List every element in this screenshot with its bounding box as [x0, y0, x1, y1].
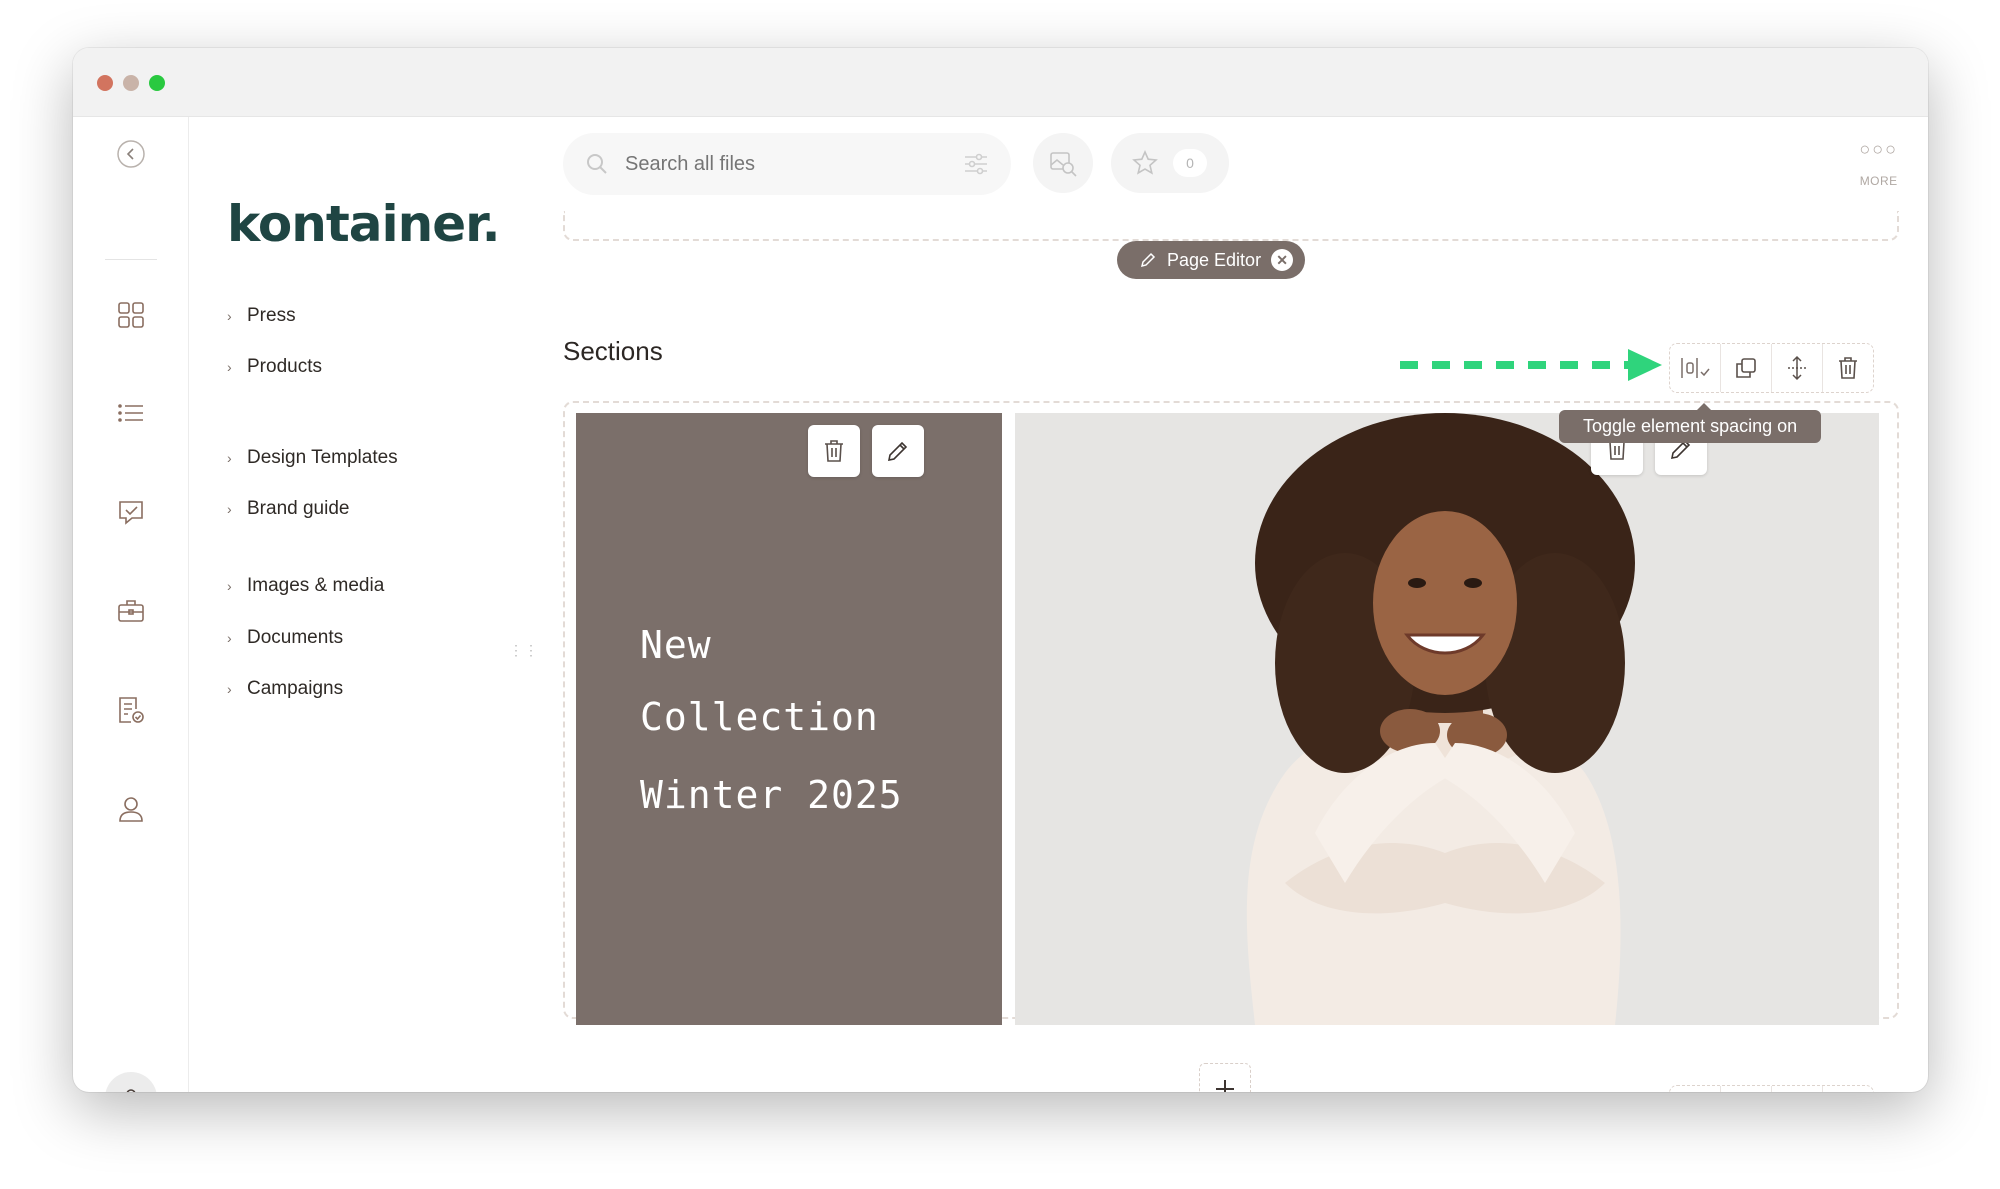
page-editor-label: Page Editor	[1167, 249, 1262, 270]
title-bar	[73, 48, 1928, 117]
favorites-button[interactable]: 0	[1111, 133, 1229, 193]
text-block[interactable]: New Collection Winter 2025	[576, 413, 1002, 1025]
nav-item-press[interactable]: › Press	[227, 305, 296, 327]
move-section-button[interactable]	[1772, 1086, 1823, 1092]
favorites-count: 0	[1173, 149, 1207, 177]
rail-item-workspace[interactable]	[109, 589, 153, 633]
nav-item-campaigns[interactable]: › Campaigns	[227, 678, 343, 700]
spacing-tooltip: Toggle element spacing on	[1559, 403, 1822, 443]
navigation-panel: kontainer. › Press › Products › Design Temp…	[189, 117, 559, 1092]
user-icon	[119, 797, 143, 822]
dashed-arrow-annotation	[1400, 349, 1662, 381]
duplicate-icon	[1736, 358, 1756, 378]
rail-item-approvals[interactable]	[109, 688, 153, 732]
maximize-window-button[interactable]	[149, 75, 165, 91]
rail-item-messages[interactable]	[109, 490, 153, 534]
move-section-button[interactable]	[1772, 344, 1823, 392]
search-icon	[587, 154, 607, 174]
toggle-spacing-button[interactable]	[1670, 344, 1721, 392]
nav-label: Products	[247, 356, 322, 377]
rail-item-dashboard[interactable]	[109, 293, 153, 337]
nav-label: Images & media	[247, 575, 385, 596]
more-menu[interactable]: ○○○ MORE	[1859, 139, 1898, 188]
pencil-icon	[887, 441, 908, 462]
plus-icon	[1216, 1080, 1234, 1092]
main-content: 0 ○○○ MORE Page Editor ✕ Sections	[559, 117, 1928, 1092]
trash-icon	[1839, 357, 1857, 379]
chevron-right-icon: ›	[227, 578, 232, 594]
delete-section-button[interactable]	[1823, 344, 1873, 392]
nav-item-images-media[interactable]: › Images & media	[227, 575, 384, 597]
toggle-spacing-off-button[interactable]	[1670, 1086, 1721, 1092]
add-section-button[interactable]	[1199, 1063, 1251, 1092]
message-check-icon	[119, 501, 143, 525]
nav-label: Design Templates	[247, 447, 398, 468]
back-button[interactable]	[109, 132, 153, 176]
pencil-icon	[1140, 252, 1156, 268]
image-search-icon	[1050, 152, 1077, 177]
nav-label: Documents	[247, 627, 344, 648]
app-window: kontainer. › Press › Products › Design Temp…	[73, 48, 1928, 1092]
more-label: MORE	[1859, 174, 1898, 188]
chevron-right-icon: ›	[227, 359, 232, 375]
avatar-user-icon	[126, 1089, 136, 1092]
headline-line-2: Collection	[640, 695, 879, 739]
drag-handle-icon[interactable]: ⋮⋮	[509, 643, 539, 657]
nav-label: Campaigns	[247, 678, 344, 699]
chevron-right-icon: ›	[227, 308, 232, 324]
image-block[interactable]	[1015, 413, 1879, 1025]
duplicate-section-button[interactable]	[1721, 344, 1772, 392]
next-section-toolbar	[1669, 1085, 1874, 1092]
rail-divider	[105, 259, 157, 260]
headline-line-1: New	[640, 623, 712, 667]
move-arrows-icon	[1788, 355, 1806, 381]
rail-item-list[interactable]	[109, 391, 153, 435]
nav-label: Press	[247, 305, 296, 326]
sections-title: Sections	[563, 336, 663, 366]
delete-block-button[interactable]	[808, 425, 860, 477]
profile-avatar[interactable]	[105, 1072, 157, 1092]
document-check-icon	[119, 697, 144, 723]
more-dots-icon: ○○○	[1859, 139, 1898, 159]
search-bar[interactable]	[563, 133, 1011, 195]
dashboard-grid-icon	[118, 302, 144, 328]
star-icon	[1132, 150, 1158, 175]
rail-item-users[interactable]	[109, 787, 153, 831]
filter-sliders-icon[interactable]	[963, 152, 989, 176]
previous-section-outline	[563, 211, 1899, 241]
page-editor-badge[interactable]: Page Editor ✕	[1117, 241, 1306, 279]
nav-item-products[interactable]: › Products	[227, 356, 322, 378]
portrait-image	[1015, 413, 1879, 1025]
nav-item-documents[interactable]: › Documents	[227, 627, 343, 649]
search-input[interactable]	[623, 151, 927, 177]
close-window-button[interactable]	[97, 75, 113, 91]
chevron-right-icon: ›	[227, 630, 232, 646]
list-icon	[118, 404, 143, 422]
image-search-button[interactable]	[1033, 133, 1093, 193]
nav-item-design-templates[interactable]: › Design Templates	[227, 447, 398, 469]
chevron-right-icon: ›	[227, 450, 232, 466]
spacing-toggle-icon	[1681, 358, 1710, 378]
back-arrow-icon	[117, 140, 145, 168]
edit-block-button[interactable]	[872, 425, 924, 477]
delete-section-button[interactable]	[1823, 1086, 1873, 1092]
chevron-right-icon: ›	[227, 681, 232, 697]
close-editor-button[interactable]: ✕	[1271, 249, 1294, 271]
section-toolbar	[1669, 343, 1874, 393]
chevron-right-icon: ›	[227, 501, 232, 517]
duplicate-section-button[interactable]	[1721, 1086, 1772, 1092]
minimize-window-button[interactable]	[123, 75, 139, 91]
trash-icon	[825, 440, 843, 462]
nav-label: Brand guide	[247, 498, 350, 519]
kontainer-logo[interactable]: kontainer.	[227, 195, 501, 253]
briefcase-icon	[118, 600, 144, 622]
icon-rail	[73, 117, 189, 1092]
nav-item-brand-guide[interactable]: › Brand guide	[227, 498, 349, 520]
headline-line-3: Winter 2025	[640, 773, 903, 817]
